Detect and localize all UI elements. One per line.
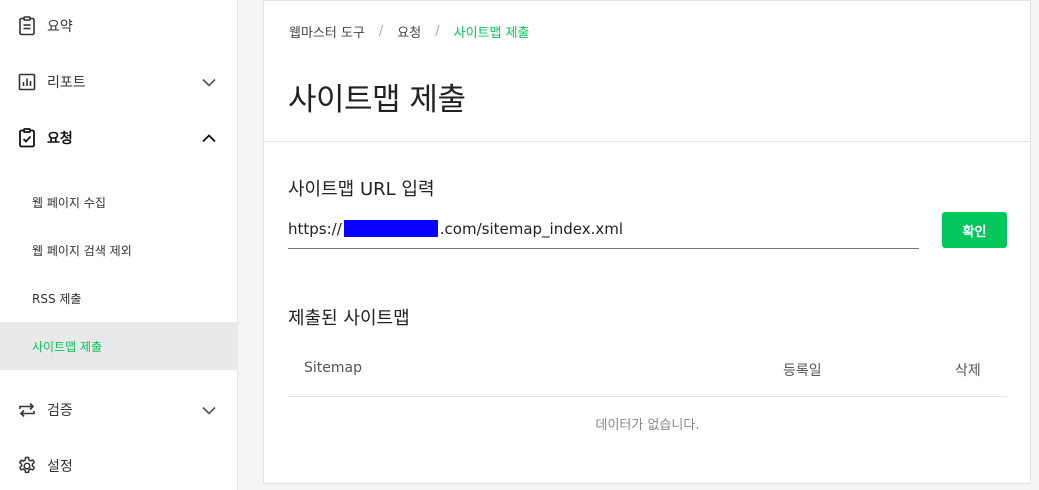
sidebar-item-request[interactable]: 요청 [0, 118, 238, 158]
repeat-icon [17, 400, 37, 420]
page-header: 웹마스터 도구 / 요청 / 사이트맵 제출 사이트맵 제출 [264, 1, 1030, 142]
sidebar-item-settings[interactable]: 설정 [0, 446, 238, 486]
document-icon [17, 16, 37, 36]
chevron-down-icon[interactable] [200, 73, 218, 91]
column-header-sitemap: Sitemap [304, 360, 362, 376]
bar-chart-icon [17, 72, 37, 92]
main-panel: 웹마스터 도구 / 요청 / 사이트맵 제출 사이트맵 제출 사이트맵 URL … [263, 0, 1031, 484]
confirm-button[interactable]: 확인 [942, 212, 1007, 248]
gear-icon [17, 456, 37, 476]
sidebar: 요약 리포트 요청 웹 페이지 수집 웹 페이지 검색 제외 RSS 제출 사이… [0, 0, 238, 490]
app: 요약 리포트 요청 웹 페이지 수집 웹 페이지 검색 제외 RSS 제출 사이… [0, 0, 1039, 490]
breadcrumb-separator: / [435, 24, 440, 39]
redaction-block [343, 220, 438, 237]
sidebar-item-label: 요청 [47, 131, 73, 147]
breadcrumb-item-current: 사이트맵 제출 [453, 26, 530, 41]
sitemap-url-section-title: 사이트맵 URL 입력 [288, 179, 435, 200]
sitemap-url-value: https:// .com/sitemap_index.xml [288, 220, 623, 238]
sidebar-subitem-label: 사이트맵 제출 [32, 339, 103, 354]
sitemap-table-header: Sitemap 등록일 삭제 [288, 349, 1007, 397]
column-header-registered-date: 등록일 [783, 363, 822, 379]
url-prefix: https:// [288, 219, 342, 238]
breadcrumb-item-webmaster-tools[interactable]: 웹마스터 도구 [289, 22, 365, 41]
sidebar-item-summary[interactable]: 요약 [0, 6, 238, 46]
column-header-delete: 삭제 [955, 363, 981, 379]
sidebar-subitem-label: RSS 제출 [32, 291, 82, 306]
url-suffix: .com/sitemap_index.xml [439, 219, 624, 238]
sidebar-subitem-label: 웹 페이지 수집 [32, 195, 106, 210]
sidebar-subitem-web-page-exclude[interactable]: 웹 페이지 검색 제외 [0, 226, 238, 274]
breadcrumb-separator: / [378, 24, 384, 39]
check-clipboard-icon [17, 128, 37, 148]
sidebar-subitem-rss-submit[interactable]: RSS 제출 [0, 274, 238, 322]
sidebar-item-label: 요약 [47, 19, 73, 35]
sitemap-url-input[interactable]: https:// .com/sitemap_index.xml [288, 209, 919, 249]
breadcrumb-item-request[interactable]: 요청 [397, 22, 421, 41]
sidebar-subitem-sitemap-submit[interactable]: 사이트맵 제출 [0, 322, 238, 370]
chevron-up-icon[interactable] [200, 129, 218, 147]
sidebar-item-label: 리포트 [47, 75, 86, 91]
sidebar-item-report[interactable]: 리포트 [0, 62, 238, 102]
sidebar-subitem-web-page-collect[interactable]: 웹 페이지 수집 [0, 178, 238, 226]
sidebar-item-label: 설정 [47, 459, 73, 475]
breadcrumb: 웹마스터 도구 / 요청 / 사이트맵 제출 [289, 22, 530, 41]
submitted-sitemaps-title: 제출된 사이트맵 [288, 308, 410, 329]
chevron-down-icon[interactable] [200, 401, 218, 419]
page-title: 사이트맵 제출 [288, 82, 466, 118]
empty-table-message: 데이터가 없습니다. [595, 418, 700, 433]
sidebar-item-verify[interactable]: 검증 [0, 390, 238, 430]
sidebar-subitem-label: 웹 페이지 검색 제외 [32, 243, 132, 258]
sidebar-item-label: 검증 [47, 403, 73, 419]
